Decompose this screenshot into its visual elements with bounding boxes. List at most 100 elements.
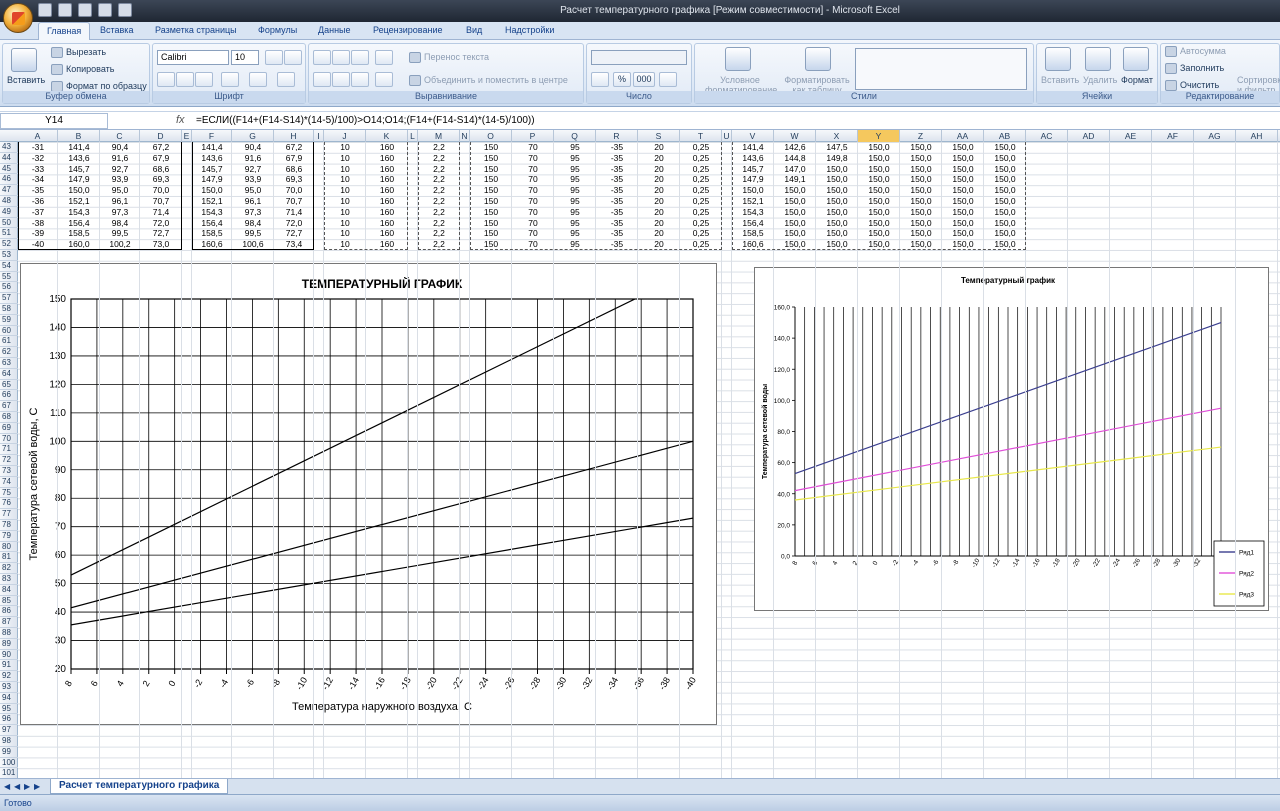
office-button[interactable] [3, 3, 33, 33]
row-header[interactable]: 54 [0, 261, 18, 272]
next-sheet-icon[interactable]: ▶ [24, 782, 30, 791]
row-header[interactable]: 94 [0, 693, 18, 704]
column-header-af[interactable]: AF [1152, 130, 1194, 142]
column-header-b[interactable]: B [58, 130, 100, 142]
column-header-f[interactable]: F [192, 130, 232, 142]
worksheet[interactable]: A B C D E F G H I J K L M N O P Q R S T U V W X Y Z AA AB AC AD AE AF AG… [0, 130, 1280, 778]
wrap-text-button[interactable]: Перенос текста [409, 52, 489, 64]
row-header[interactable]: 65 [0, 380, 18, 391]
row-header[interactable]: 50 [0, 218, 18, 229]
orientation-button[interactable] [375, 50, 393, 65]
undo-icon[interactable] [58, 3, 72, 17]
row-header[interactable]: 75 [0, 488, 18, 499]
print-icon[interactable] [118, 3, 132, 17]
row-header[interactable]: 70 [0, 434, 18, 445]
grow-font-button[interactable] [265, 50, 283, 65]
font-color-button[interactable] [277, 72, 295, 87]
row-header[interactable]: 46 [0, 174, 18, 186]
print-preview-icon[interactable] [98, 3, 112, 17]
row-header[interactable]: 82 [0, 563, 18, 574]
row-header[interactable]: 89 [0, 639, 18, 650]
last-sheet-icon[interactable]: ▶ [34, 782, 40, 791]
row-header[interactable]: 53 [0, 250, 18, 261]
column-header-h[interactable]: H [274, 130, 314, 142]
row-header[interactable]: 63 [0, 358, 18, 369]
row-header[interactable]: 51 [0, 228, 18, 240]
column-header-r[interactable]: R [596, 130, 638, 142]
borders-button[interactable] [221, 72, 239, 87]
column-header-ah[interactable]: AH [1236, 130, 1278, 142]
thousands-button[interactable]: 000 [633, 72, 655, 87]
row-header[interactable]: 67 [0, 401, 18, 412]
row-header[interactable]: 84 [0, 585, 18, 596]
row-header[interactable]: 57 [0, 293, 18, 304]
align-center-button[interactable] [332, 72, 350, 87]
row-header[interactable]: 80 [0, 542, 18, 553]
cut-button[interactable]: Вырезать [51, 47, 106, 59]
column-header-ad[interactable]: AD [1068, 130, 1110, 142]
align-bottom-button[interactable] [351, 50, 369, 65]
save-icon[interactable] [38, 3, 52, 17]
redo-icon[interactable] [78, 3, 92, 17]
row-header[interactable]: 97 [0, 725, 18, 736]
column-header-aa[interactable]: AA [942, 130, 984, 142]
column-header-ac[interactable]: AC [1026, 130, 1068, 142]
currency-button[interactable] [591, 72, 609, 87]
italic-button[interactable] [176, 72, 194, 87]
column-header-p[interactable]: P [512, 130, 554, 142]
column-header-e[interactable]: E [182, 130, 192, 142]
column-header-w[interactable]: W [774, 130, 816, 142]
column-header-l[interactable]: L [408, 130, 418, 142]
column-header-v[interactable]: V [732, 130, 774, 142]
font-size-combo[interactable]: 10 [231, 50, 259, 65]
row-header[interactable]: 88 [0, 628, 18, 639]
column-header-y[interactable]: Y [858, 130, 900, 142]
row-header[interactable]: 59 [0, 315, 18, 326]
row-header[interactable]: 76 [0, 498, 18, 510]
row-header[interactable]: 71 [0, 444, 18, 456]
column-header-ab[interactable]: AB [984, 130, 1026, 142]
align-left-button[interactable] [313, 72, 331, 87]
prev-sheet-icon[interactable]: ◀ [14, 782, 20, 791]
bold-button[interactable] [157, 72, 175, 87]
column-header-j[interactable]: J [324, 130, 366, 142]
row-header[interactable]: 91 [0, 660, 18, 672]
tab-insert[interactable]: Вставка [100, 25, 133, 35]
fill-color-button[interactable] [249, 72, 267, 87]
row-header[interactable]: 98 [0, 736, 18, 747]
row-header[interactable]: 64 [0, 369, 18, 380]
row-header[interactable]: 68 [0, 412, 18, 423]
row-header[interactable]: 48 [0, 196, 18, 207]
sheet-tab[interactable]: Расчет температурного графика [50, 779, 229, 794]
percent-button[interactable]: % [613, 72, 631, 87]
clear-button[interactable]: Очистить [1165, 80, 1219, 92]
column-header-a[interactable]: A [18, 130, 58, 142]
column-header-t[interactable]: T [680, 130, 722, 142]
font-name-combo[interactable]: Calibri [157, 50, 229, 65]
tab-page-layout[interactable]: Разметка страницы [155, 25, 237, 35]
tab-formulas[interactable]: Формулы [258, 25, 297, 35]
column-header-i[interactable]: I [314, 130, 324, 142]
chart-temperature-secondary[interactable]: Температурный график 0,0 20,0 40,0 60,0 80,0 1… [754, 267, 1269, 723]
row-header[interactable]: 73 [0, 466, 18, 477]
row-header[interactable]: 101 [0, 768, 18, 778]
row-header[interactable]: 58 [0, 304, 18, 315]
align-right-button[interactable] [351, 72, 369, 87]
tab-view[interactable]: Вид [466, 25, 482, 35]
format-cells-icon[interactable] [1123, 47, 1149, 71]
shrink-font-button[interactable] [284, 50, 302, 65]
row-header[interactable]: 92 [0, 671, 18, 682]
merge-center-button[interactable]: Объединить и поместить в центре [409, 75, 568, 87]
row-header[interactable]: 44 [0, 153, 18, 164]
row-header[interactable]: 74 [0, 477, 18, 488]
row-header[interactable]: 78 [0, 520, 18, 531]
row-header[interactable]: 100 [0, 758, 18, 769]
row-header[interactable]: 56 [0, 282, 18, 294]
row-header[interactable]: 96 [0, 714, 18, 726]
insert-cells-button[interactable]: Вставить [1041, 75, 1079, 85]
row-header[interactable]: 85 [0, 596, 18, 607]
column-header-k[interactable]: K [366, 130, 408, 142]
row-header[interactable]: 77 [0, 509, 18, 520]
row-header[interactable]: 47 [0, 185, 18, 196]
fill-button[interactable]: Заполнить [1165, 63, 1224, 75]
